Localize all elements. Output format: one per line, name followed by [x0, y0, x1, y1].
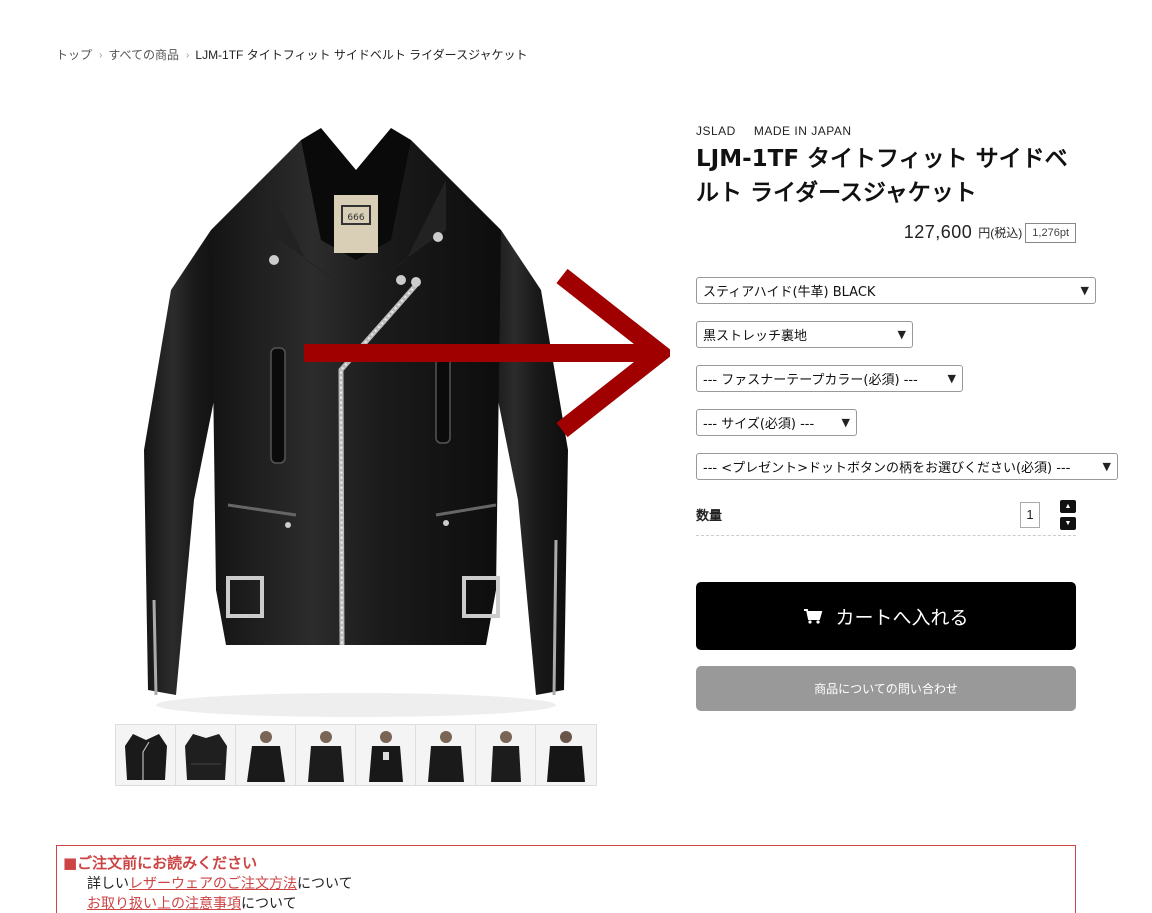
- zipper-tape-select[interactable]: --- ファスナーテープカラー(必須) --- ▼: [696, 365, 963, 392]
- notice-line-1-suffix: について: [297, 876, 353, 892]
- leather-select[interactable]: スティアハイド(牛革) BLACK ▼: [696, 277, 1096, 304]
- brand-name: JSLAD: [696, 124, 736, 138]
- notice-line-1: 詳しいレザーウェアのご注文方法について: [87, 875, 1075, 893]
- add-to-cart-label: カートへ入れる: [835, 606, 969, 629]
- notice-line-2-suffix: について: [241, 896, 297, 912]
- inquiry-label: 商品についての問い合わせ: [814, 682, 958, 696]
- price-row: 127,600 円(税込) 1,276pt: [696, 222, 1076, 243]
- lining-select-value: 黒ストレッチ裏地: [703, 329, 808, 344]
- thumbnail-4[interactable]: [296, 725, 356, 785]
- breadcrumb-link-top[interactable]: トップ: [56, 46, 92, 63]
- lining-select[interactable]: 黒ストレッチ裏地 ▼: [696, 321, 913, 348]
- quantity-input[interactable]: 1: [1020, 501, 1040, 528]
- inquiry-button[interactable]: 商品についての問い合わせ: [696, 666, 1076, 711]
- notice-title: ■ご注文前にお読みください: [63, 854, 258, 872]
- thumbnail-strip: [115, 724, 597, 786]
- product-info: JSLAD MADE IN JAPAN LJM-1TF タイトフィット サイドベ…: [696, 124, 1076, 243]
- breadcrumb-separator-icon: ›: [186, 50, 190, 61]
- cart-icon: [804, 609, 823, 624]
- chevron-down-icon: ▼: [897, 328, 906, 341]
- price-value: 127,600: [903, 222, 973, 242]
- thumbnail-1[interactable]: [116, 725, 176, 785]
- origin-label: MADE IN JAPAN: [753, 124, 852, 138]
- breadcrumb-current: LJM-1TF タイトフィット サイドベルト ライダースジャケット: [195, 48, 528, 62]
- size-select[interactable]: --- サイズ(必須) --- ▼: [696, 409, 857, 436]
- quantity-stepper: 1 ▲ ▼: [1020, 499, 1076, 530]
- points-badge: 1,276pt: [1025, 222, 1076, 243]
- product-main-image[interactable]: 666: [116, 120, 596, 720]
- zipper-tape-select-value: --- ファスナーテープカラー(必須) ---: [703, 373, 918, 388]
- leather-select-value: スティアハイド(牛革) BLACK: [703, 285, 876, 300]
- stepper-buttons: ▲ ▼: [1060, 499, 1076, 530]
- notice-line-2: お取り扱い上の注意事項について: [87, 895, 1075, 913]
- present-select[interactable]: --- <プレゼント>ドットボタンの柄をお選びください(必須) --- ▼: [696, 453, 1118, 480]
- product-title: LJM-1TF タイトフィット サイドベルト ライダースジャケット: [696, 146, 1068, 206]
- thumbnail-2[interactable]: [176, 725, 236, 785]
- chevron-down-icon: ▼: [1080, 284, 1089, 297]
- order-notice: ■ご注文前にお読みください 詳しいレザーウェアのご注文方法について お取り扱い上…: [56, 845, 1076, 913]
- svg-text:666: 666: [347, 213, 364, 223]
- notice-line-1-prefix: 詳しい: [87, 876, 129, 892]
- care-instructions-link[interactable]: お取り扱い上の注意事項: [87, 896, 241, 912]
- thumbnail-7[interactable]: [476, 725, 536, 785]
- thumbnail-8[interactable]: [536, 725, 596, 785]
- quantity-row: 数量 1 ▲ ▼: [696, 494, 1076, 536]
- chevron-down-icon: ▼: [947, 372, 956, 385]
- breadcrumb-link-all-products[interactable]: すべての商品: [108, 46, 179, 63]
- present-select-value: --- <プレゼント>ドットボタンの柄をお選びください(必須) ---: [703, 461, 1071, 476]
- quantity-label: 数量: [696, 509, 723, 524]
- caret-down-icon[interactable]: ▼: [1060, 516, 1076, 530]
- add-to-cart-button[interactable]: カートへ入れる: [696, 582, 1076, 650]
- brand-row: JSLAD MADE IN JAPAN: [696, 124, 1076, 138]
- thumbnail-3[interactable]: [236, 725, 296, 785]
- size-select-value: --- サイズ(必須) ---: [703, 417, 815, 432]
- tax-label: 円(税込): [978, 226, 1023, 240]
- chevron-down-icon: ▼: [841, 416, 850, 429]
- caret-up-icon[interactable]: ▲: [1060, 499, 1076, 513]
- thumbnail-6[interactable]: [416, 725, 476, 785]
- breadcrumb: トップ › すべての商品 › LJM-1TF タイトフィット サイドベルト ライ…: [56, 46, 527, 63]
- order-method-link[interactable]: レザーウェアのご注文方法: [129, 876, 297, 892]
- breadcrumb-separator-icon: ›: [99, 50, 103, 61]
- chevron-down-icon: ▼: [1102, 460, 1111, 473]
- thumbnail-5[interactable]: [356, 725, 416, 785]
